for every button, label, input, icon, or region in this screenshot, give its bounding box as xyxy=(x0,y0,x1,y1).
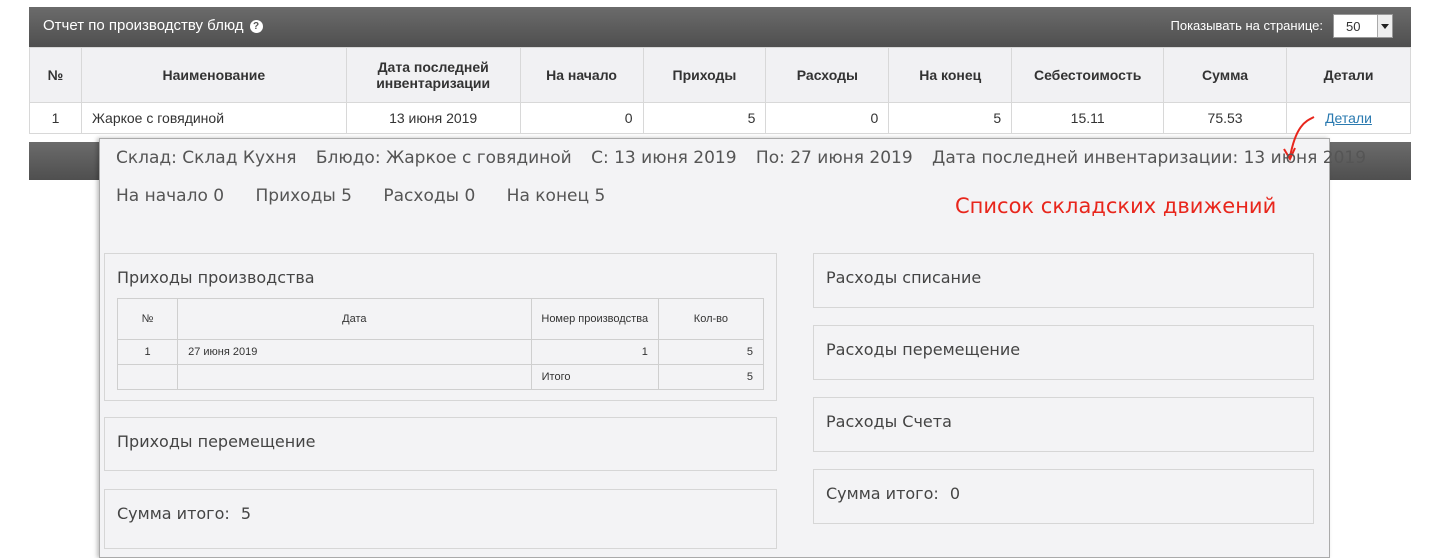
writeoff-panel: Расходы списание xyxy=(813,253,1314,308)
end-total: На конец 5 xyxy=(506,186,606,206)
column-header-cost: Себестоимость xyxy=(1011,47,1165,103)
per-page-label: Показывать на странице: xyxy=(1170,18,1324,33)
column-header-sum: Сумма xyxy=(1163,47,1288,103)
outcome-transfer-panel: Расходы перемещение xyxy=(813,325,1314,380)
income-transfer-panel: Приходы перемещение xyxy=(104,417,777,471)
column-header-no: № xyxy=(29,47,82,103)
outcome-total: Расходы 0 xyxy=(383,186,476,206)
production-col-qty: Кол-во xyxy=(657,298,765,340)
production-header-row: № Дата Номер производства Кол-во xyxy=(116,298,765,340)
cell-name: Жаркое с говядиной xyxy=(80,102,347,134)
income-sum-value: 5 xyxy=(240,504,252,523)
start-total: На начало 0 xyxy=(116,186,225,206)
date-from-label: С: 13 июня 2019 xyxy=(591,148,737,168)
outcome-transfer-title: Расходы перемещение xyxy=(826,340,1021,359)
cell-income: 5 xyxy=(642,102,767,134)
column-header-start: На начало xyxy=(519,47,644,103)
invoices-panel: Расходы Счета xyxy=(813,397,1314,452)
outcome-sum-label: Сумма итого: xyxy=(826,484,939,503)
per-page-value: 50 xyxy=(1346,19,1361,34)
production-cell-qty: 5 xyxy=(657,339,765,365)
production-income-panel: Приходы производства № Дата Номер произв… xyxy=(104,253,777,401)
production-col-date: Дата xyxy=(177,298,532,340)
last-inventory-label: Дата последней инвентаризации: 13 июня 2… xyxy=(932,148,1367,168)
warehouse-label: Склад: Склад Кухня xyxy=(116,148,297,168)
details-link[interactable]: Детали xyxy=(1325,110,1372,126)
cell-inv-date: 13 июня 2019 xyxy=(345,102,521,134)
column-header-outcome: Расходы xyxy=(765,47,890,103)
income-sum-label: Сумма итого: xyxy=(117,504,230,523)
details-popup: Склад: Склад Кухня Блюдо: Жаркое с говяд… xyxy=(99,116,1366,558)
table-row: 1 27 июня 2019 1 5 xyxy=(116,339,765,365)
column-header-details: Детали xyxy=(1286,47,1411,103)
production-col-number: Номер производства xyxy=(530,298,659,340)
income-total: Приходы 5 xyxy=(255,186,352,206)
report-header: Отчет по производству блюд? Показывать н… xyxy=(29,7,1411,47)
production-col-no: № xyxy=(116,298,179,340)
production-cell-date: 27 июня 2019 xyxy=(177,339,532,365)
income-sum: Сумма итого: 5 xyxy=(117,504,251,523)
outcome-sum-panel: Сумма итого: 0 xyxy=(813,469,1314,524)
popup-info-line: Склад: Склад Кухня Блюдо: Жаркое с говяд… xyxy=(116,148,1380,168)
date-to-label: По: 27 июня 2019 xyxy=(755,148,913,168)
cell-outcome: 0 xyxy=(765,102,890,134)
table-header-row: № Наименование Дата последней инвентариз… xyxy=(29,47,1411,103)
production-total-label: Итого xyxy=(530,364,659,390)
dish-label: Блюдо: Жаркое с говядиной xyxy=(315,148,572,168)
production-cell-number: 1 xyxy=(530,339,659,365)
production-total-qty: 5 xyxy=(657,364,765,390)
table-row[interactable]: 1 Жаркое с говядиной 13 июня 2019 0 5 0 … xyxy=(29,102,1411,134)
income-sum-panel: Сумма итого: 5 xyxy=(104,489,777,549)
cell-cost: 15.11 xyxy=(1011,102,1165,134)
chevron-down-icon[interactable] xyxy=(1377,15,1392,37)
annotation-text: Список складских движений xyxy=(955,194,1277,218)
invoices-title: Расходы Счета xyxy=(826,412,952,431)
production-table: № Дата Номер производства Кол-во 1 27 ию… xyxy=(116,298,765,390)
column-header-end: На конец xyxy=(888,47,1013,103)
per-page-select[interactable]: 50 xyxy=(1333,14,1393,38)
page-title: Отчет по производству блюд? xyxy=(43,17,263,34)
income-transfer-title: Приходы перемещение xyxy=(117,432,316,451)
production-cell-no: 1 xyxy=(116,339,179,365)
column-header-name: Наименование xyxy=(80,47,347,103)
writeoff-title: Расходы списание xyxy=(826,268,982,287)
outcome-sum-value: 0 xyxy=(949,484,961,503)
production-income-title: Приходы производства xyxy=(117,268,315,287)
page-title-text: Отчет по производству блюд xyxy=(43,17,244,34)
question-circle-icon[interactable]: ? xyxy=(249,20,263,33)
cell-sum: 75.53 xyxy=(1163,102,1288,134)
cell-no: 1 xyxy=(29,102,82,134)
outcome-sum: Сумма итого: 0 xyxy=(826,484,960,503)
column-header-inv-date: Дата последней инвентаризации xyxy=(345,47,521,103)
column-header-income: Приходы xyxy=(642,47,767,103)
cell-end: 5 xyxy=(888,102,1013,134)
production-total-row: Итого 5 xyxy=(116,364,765,390)
cell-start: 0 xyxy=(519,102,644,134)
report-table: № Наименование Дата последней инвентариз… xyxy=(29,47,1411,134)
popup-totals-line: На начало 0 Приходы 5 Расходы 0 На конец… xyxy=(116,186,619,206)
